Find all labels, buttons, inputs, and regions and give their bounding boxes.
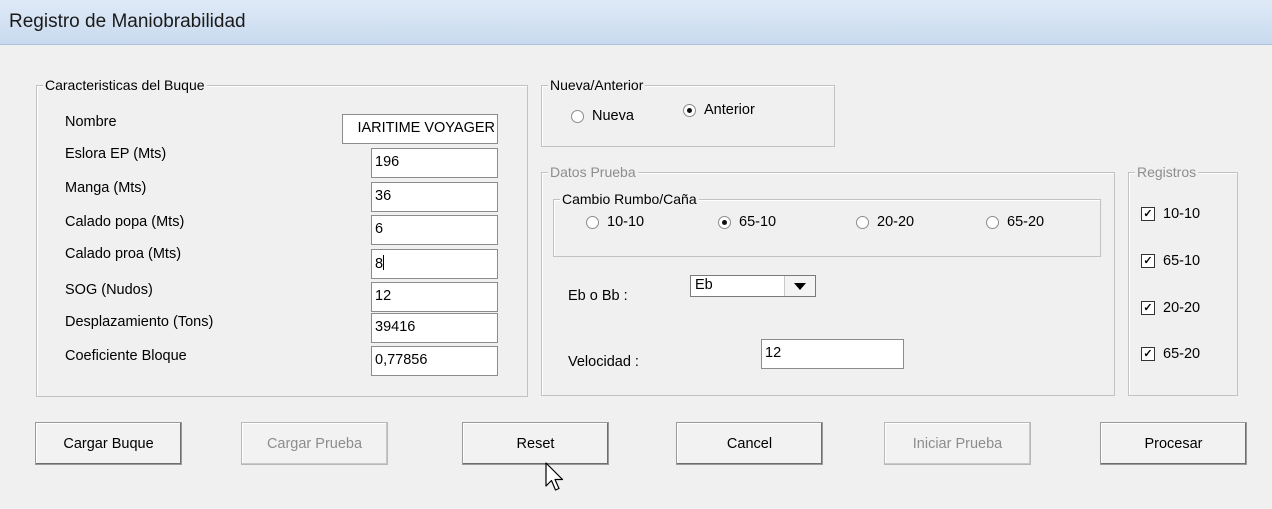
cancel-button[interactable]: Cancel xyxy=(676,422,823,465)
rumbo-group-legend: Cambio Rumbo/Caña xyxy=(560,190,699,208)
cargar-prueba-button[interactable]: Cargar Prueba xyxy=(241,422,388,465)
checkbox-10-10-label: 10-10 xyxy=(1163,206,1201,222)
coeficiente-field[interactable]: 0,77856 xyxy=(371,346,498,376)
radio-indicator-selected xyxy=(718,215,731,229)
manga-field[interactable]: 36 xyxy=(371,182,498,212)
radio-65-20[interactable]: 65-20 xyxy=(986,214,1044,230)
calado-proa-label: Calado proa (Mts) xyxy=(65,246,182,262)
radio-nueva[interactable]: Nueva xyxy=(571,108,634,124)
window-title: Registro de Maniobrabilidad xyxy=(9,11,246,32)
registros-group-legend: Registros xyxy=(1135,163,1199,181)
sog-label: SOG (Nudos) xyxy=(65,282,153,298)
ship-group-legend: Caracteristicas del Buque xyxy=(43,76,207,94)
procesar-button[interactable]: Procesar xyxy=(1100,422,1247,465)
check-icon: ✓ xyxy=(1141,347,1155,361)
ship-name-label: Nombre xyxy=(65,114,117,130)
checkbox-10-10[interactable]: ✓ 10-10 xyxy=(1141,206,1200,222)
eb-bb-value: Eb xyxy=(695,277,713,293)
check-icon: ✓ xyxy=(1141,301,1155,315)
velocidad-label: Velocidad : xyxy=(568,354,639,370)
ship-name-field[interactable]: IARITIME VOYAGER xyxy=(342,114,498,144)
radio-indicator-selected xyxy=(683,103,696,117)
mouse-pointer-icon xyxy=(545,462,564,491)
radio-anterior[interactable]: Anterior xyxy=(683,102,755,118)
checkbox-65-20-label: 65-20 xyxy=(1163,346,1201,362)
radio-65-10-label: 65-10 xyxy=(739,214,777,230)
checkbox-20-20-label: 20-20 xyxy=(1163,300,1201,316)
checkbox-65-20[interactable]: ✓ 65-20 xyxy=(1141,346,1200,362)
calado-proa-value: 8 xyxy=(375,256,384,272)
radio-10-10[interactable]: 10-10 xyxy=(586,214,644,230)
radio-65-10[interactable]: 65-10 xyxy=(718,214,776,230)
eslora-label: Eslora EP (Mts) xyxy=(65,146,167,162)
calado-popa-field[interactable]: 6 xyxy=(371,215,498,245)
check-icon: ✓ xyxy=(1141,207,1155,221)
radio-indicator xyxy=(856,215,869,229)
reset-button[interactable]: Reset xyxy=(462,422,609,465)
cargar-buque-button[interactable]: Cargar Buque xyxy=(35,422,182,465)
test-group-legend: Datos Prueba xyxy=(548,163,638,181)
coeficiente-label: Coeficiente Bloque xyxy=(65,348,187,364)
radio-20-20[interactable]: 20-20 xyxy=(856,214,914,230)
mode-group-legend: Nueva/Anterior xyxy=(548,76,646,94)
manga-label: Manga (Mts) xyxy=(65,180,147,196)
eslora-field[interactable]: 196 xyxy=(371,148,498,178)
radio-anterior-label: Anterior xyxy=(704,102,755,118)
checkbox-65-10-label: 65-10 xyxy=(1163,253,1201,269)
velocidad-field[interactable]: 12 xyxy=(761,339,904,369)
radio-indicator xyxy=(571,109,584,123)
radio-indicator xyxy=(986,215,999,229)
desplazamiento-label: Desplazamiento (Tons) xyxy=(65,314,214,330)
desplazamiento-field[interactable]: 39416 xyxy=(371,313,498,343)
radio-65-20-label: 65-20 xyxy=(1007,214,1045,230)
radio-indicator xyxy=(586,215,599,229)
eb-bb-label: Eb o Bb : xyxy=(568,288,628,304)
calado-popa-label: Calado popa (Mts) xyxy=(65,214,185,230)
eb-bb-select[interactable]: Eb xyxy=(690,275,816,297)
radio-10-10-label: 10-10 xyxy=(607,214,645,230)
radio-nueva-label: Nueva xyxy=(592,108,634,124)
checkbox-20-20[interactable]: ✓ 20-20 xyxy=(1141,300,1200,316)
chevron-down-icon[interactable] xyxy=(784,276,815,296)
text-caret xyxy=(383,255,385,270)
checkbox-65-10[interactable]: ✓ 65-10 xyxy=(1141,253,1200,269)
title-bar[interactable]: Registro de Maniobrabilidad xyxy=(0,0,1272,45)
calado-proa-field[interactable]: 8 xyxy=(371,249,498,279)
sog-field[interactable]: 12 xyxy=(371,282,498,312)
radio-20-20-label: 20-20 xyxy=(877,214,915,230)
iniciar-prueba-button[interactable]: Iniciar Prueba xyxy=(884,422,1031,465)
check-icon: ✓ xyxy=(1141,254,1155,268)
